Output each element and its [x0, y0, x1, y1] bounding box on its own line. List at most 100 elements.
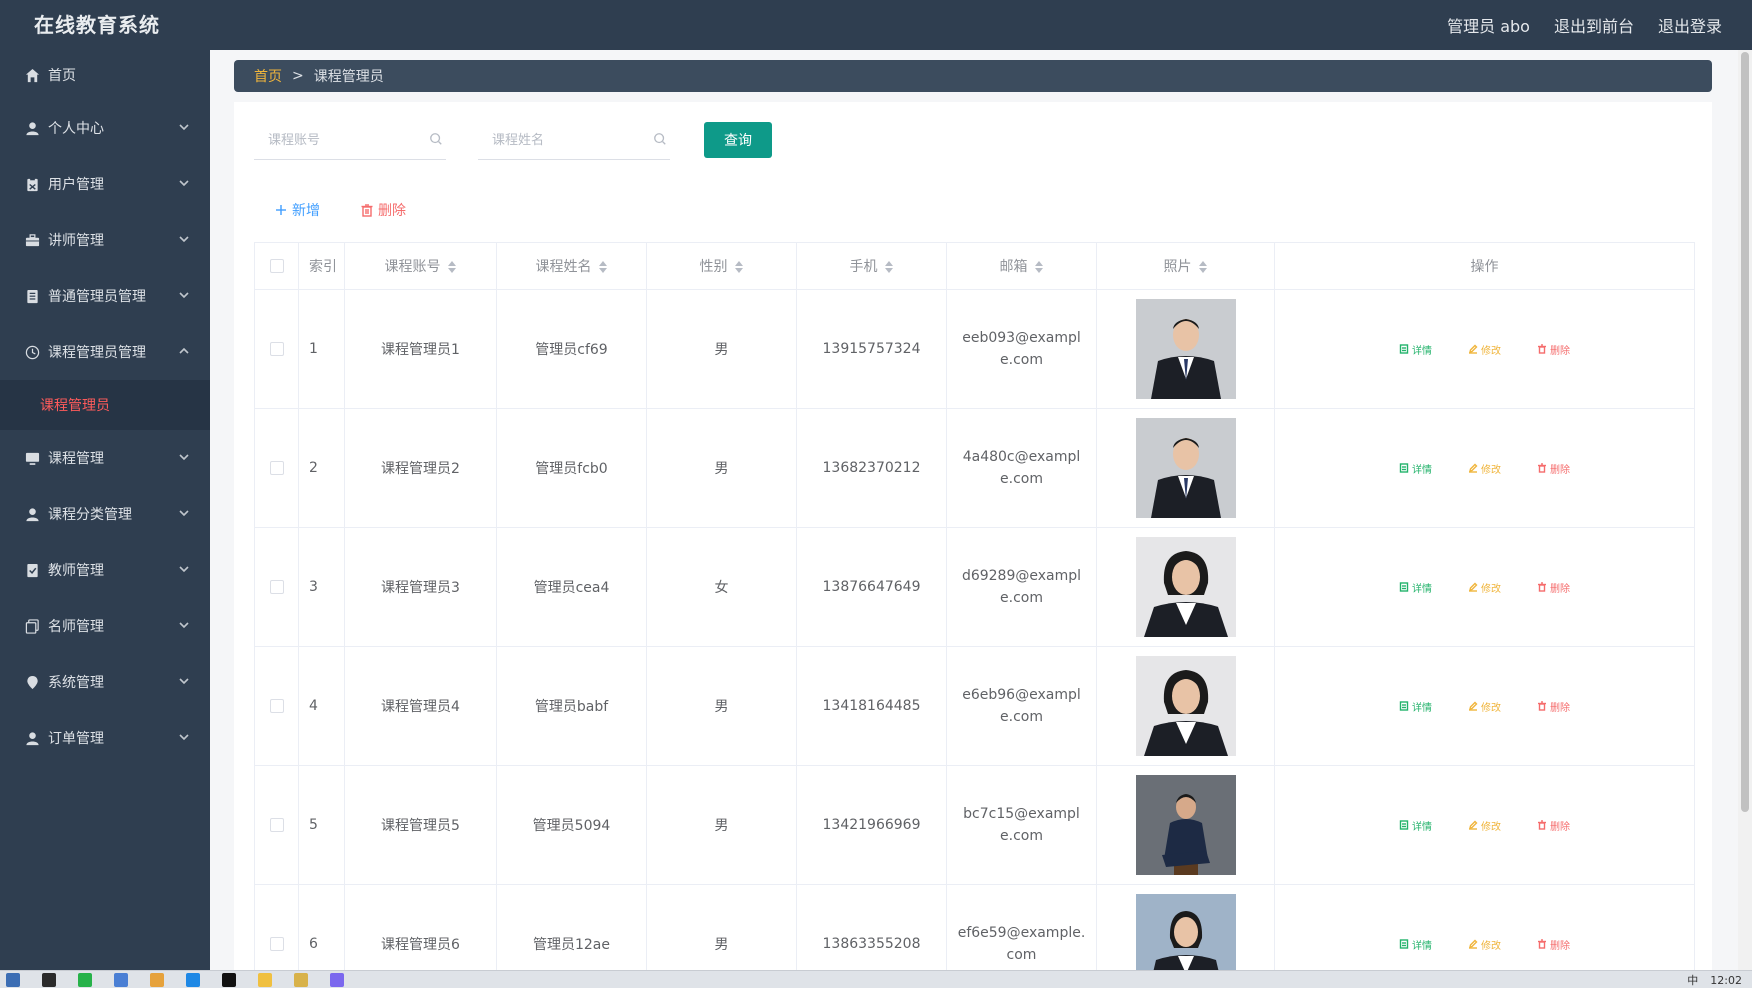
top-bar: 在线教育系统 管理员 abo 退出到前台 退出登录	[0, 0, 1752, 50]
sidebar-item-2[interactable]: 用户管理	[0, 156, 210, 212]
delete-row-button[interactable]: 删除	[1537, 342, 1570, 357]
sidebar-item-7[interactable]: 课程分类管理	[0, 486, 210, 542]
folder-icon[interactable]	[258, 973, 272, 987]
column-header-1[interactable]: 课程账号	[345, 243, 497, 290]
sidebar-item-11[interactable]: 订单管理	[0, 710, 210, 766]
row-checkbox[interactable]	[270, 818, 284, 832]
sidebar-item-label: 用户管理	[48, 174, 104, 194]
row-checkbox[interactable]	[270, 580, 284, 594]
delete-row-button[interactable]: 删除	[1537, 937, 1570, 952]
edit-button[interactable]: 修改	[1468, 342, 1501, 357]
sidebar-item-8[interactable]: 教师管理	[0, 542, 210, 598]
edit-button[interactable]: 修改	[1468, 461, 1501, 476]
app-icon[interactable]	[330, 973, 344, 987]
phone-cell: 13418164485	[797, 647, 947, 766]
delete-row-button[interactable]: 删除	[1537, 461, 1570, 476]
edit-button[interactable]: 修改	[1468, 580, 1501, 595]
edit-button[interactable]: 修改	[1468, 937, 1501, 952]
row-checkbox[interactable]	[270, 461, 284, 475]
notes-icon[interactable]	[294, 973, 308, 987]
name-cell: 管理员cea4	[497, 528, 647, 647]
detail-icon	[1399, 344, 1409, 354]
sidebar: 首页个人中心用户管理讲师管理普通管理员管理课程管理员管理课程管理员课程管理课程分…	[0, 50, 210, 970]
detail-button[interactable]: 详情	[1399, 937, 1432, 952]
sort-icon[interactable]	[598, 261, 608, 273]
delete-row-button[interactable]: 删除	[1537, 818, 1570, 833]
sidebar-item-label: 订单管理	[48, 728, 104, 748]
select-all-checkbox[interactable]	[270, 259, 284, 273]
email-cell: bc7c15@example.com	[947, 766, 1097, 885]
table-row: 3课程管理员3管理员cea4女13876647649d69289@example…	[255, 528, 1695, 647]
breadcrumb-home[interactable]: 首页	[254, 66, 282, 86]
edit-button[interactable]: 修改	[1468, 818, 1501, 833]
sidebar-item-6[interactable]: 课程管理	[0, 430, 210, 486]
wechat-icon[interactable]	[78, 973, 92, 987]
column-header-6[interactable]: 照片	[1097, 243, 1275, 290]
photo-image[interactable]	[1097, 537, 1274, 637]
page-scrollbar-thumb[interactable]	[1741, 52, 1749, 812]
app-icon[interactable]	[150, 973, 164, 987]
sidebar-item-1[interactable]: 个人中心	[0, 100, 210, 156]
detail-button[interactable]: 详情	[1399, 342, 1432, 357]
delete-row-button[interactable]: 删除	[1537, 699, 1570, 714]
trash-icon	[1537, 463, 1547, 473]
column-header-5[interactable]: 邮箱	[947, 243, 1097, 290]
photo-image[interactable]	[1097, 775, 1274, 875]
column-header-2[interactable]: 课程姓名	[497, 243, 647, 290]
photo-image[interactable]	[1097, 656, 1274, 756]
edit-button[interactable]: 修改	[1468, 699, 1501, 714]
phone-cell: 13876647649	[797, 528, 947, 647]
add-button[interactable]: 新增	[274, 200, 320, 220]
sort-icon[interactable]	[1198, 261, 1208, 273]
sidebar-item-5[interactable]: 课程管理员管理	[0, 324, 210, 380]
row-checkbox[interactable]	[270, 342, 284, 356]
start-icon[interactable]	[6, 973, 20, 987]
edit-label: 修改	[1481, 342, 1501, 357]
sidebar-item-10[interactable]: 系统管理	[0, 654, 210, 710]
detail-button[interactable]: 详情	[1399, 580, 1432, 595]
query-button[interactable]: 查询	[704, 122, 772, 158]
qq-icon[interactable]	[42, 973, 56, 987]
email-cell: e6eb96@example.com	[947, 647, 1097, 766]
user-label[interactable]: 管理员 abo	[1447, 13, 1530, 37]
account-search-input[interactable]	[254, 123, 429, 159]
front-link[interactable]: 退出到前台	[1554, 13, 1634, 37]
detail-button[interactable]: 详情	[1399, 699, 1432, 714]
sort-icon[interactable]	[1034, 261, 1044, 273]
delete-label: 删除	[1550, 461, 1570, 476]
sidebar-item-3[interactable]: 讲师管理	[0, 212, 210, 268]
detail-button[interactable]: 详情	[1399, 818, 1432, 833]
sidebar-item-0[interactable]: 首页	[0, 50, 210, 100]
sidebar-item-9[interactable]: 名师管理	[0, 598, 210, 654]
copy-icon	[24, 618, 40, 634]
gender-cell: 男	[647, 409, 797, 528]
ime-indicator[interactable]: 中	[1687, 972, 1698, 988]
sidebar-item-4[interactable]: 普通管理员管理	[0, 268, 210, 324]
pycharm-icon[interactable]	[222, 973, 236, 987]
app-icon[interactable]	[114, 973, 128, 987]
sidebar-item-label: 讲师管理	[48, 230, 104, 250]
briefcase-icon	[24, 232, 40, 248]
column-header-4[interactable]: 手机	[797, 243, 947, 290]
account-cell: 课程管理员2	[345, 409, 497, 528]
detail-button[interactable]: 详情	[1399, 461, 1432, 476]
sort-icon[interactable]	[734, 261, 744, 273]
name-search-input[interactable]	[478, 123, 653, 159]
photo-image[interactable]	[1097, 418, 1274, 518]
logout-link[interactable]: 退出登录	[1658, 13, 1722, 37]
detail-label: 详情	[1412, 818, 1432, 833]
sidebar-subitem-active[interactable]: 课程管理员	[0, 380, 210, 430]
column-header-label: 索引	[309, 259, 337, 275]
row-select-cell	[255, 647, 299, 766]
batch-delete-button[interactable]: 删除	[360, 200, 406, 220]
list-icon	[24, 288, 40, 304]
edge-icon[interactable]	[186, 973, 200, 987]
delete-row-button[interactable]: 删除	[1537, 580, 1570, 595]
header-links: 管理员 abo 退出到前台 退出登录	[1447, 0, 1722, 50]
row-checkbox[interactable]	[270, 699, 284, 713]
sort-icon[interactable]	[447, 261, 457, 273]
column-header-3[interactable]: 性别	[647, 243, 797, 290]
sort-icon[interactable]	[884, 261, 894, 273]
photo-image[interactable]	[1097, 299, 1274, 399]
row-checkbox[interactable]	[270, 937, 284, 951]
